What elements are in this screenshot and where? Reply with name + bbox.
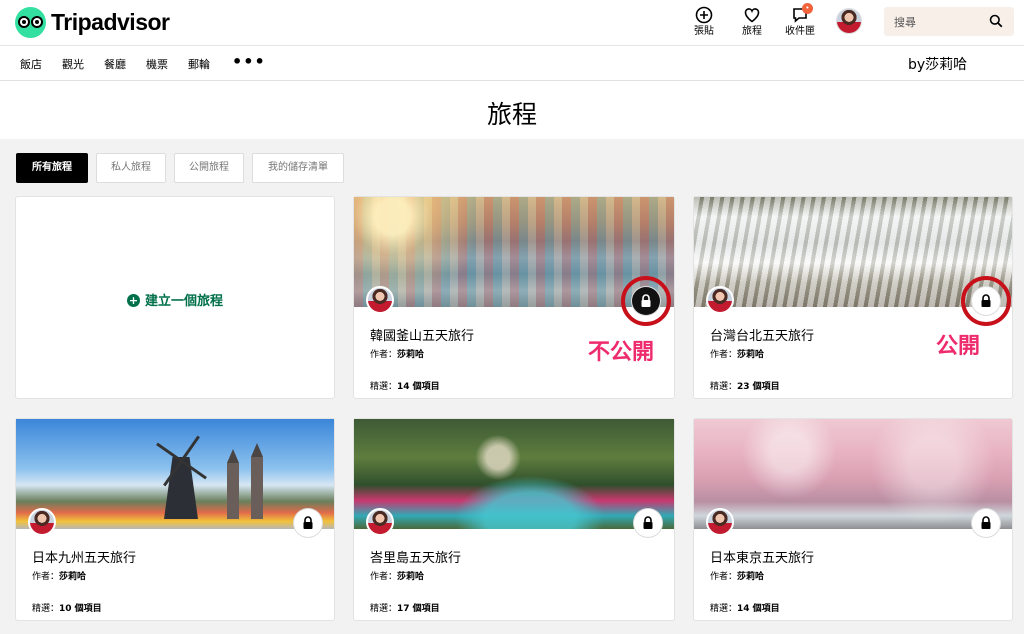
- trip-item-count: 精選：17 個項目: [370, 604, 440, 614]
- author-avatar: [706, 508, 734, 536]
- trip-item-count: 精選：10 個項目: [32, 604, 102, 614]
- tab-private-trips[interactable]: 私人旅程: [96, 153, 166, 183]
- search-icon[interactable]: [989, 14, 1003, 28]
- nav-more-icon[interactable]: •••: [232, 52, 266, 71]
- inbox-label: 收件匣: [785, 26, 815, 37]
- plus-icon: +: [126, 294, 140, 307]
- category-nav: 飯店 觀光 餐廳 機票 郵輪 ••• by莎莉哈: [0, 46, 1024, 81]
- byline: by莎莉哈: [908, 57, 968, 73]
- nav-item-flights[interactable]: 機票: [146, 56, 168, 72]
- nav-item-attractions[interactable]: 觀光: [62, 56, 84, 72]
- trip-image: [694, 419, 1012, 529]
- lock-icon[interactable]: [634, 509, 662, 537]
- top-header: Tripadvisor 張貼 旅程 • 收件匣 搜尋: [0, 0, 1024, 46]
- plus-circle-icon: [695, 6, 713, 24]
- create-trip-button[interactable]: + 建立一個旅程: [16, 290, 334, 309]
- nav-item-restaurants[interactable]: 餐廳: [104, 56, 126, 72]
- inbox-button[interactable]: • 收件匣: [780, 3, 820, 37]
- trip-card-bali[interactable]: 峇里島五天旅行 作者：莎莉哈 精選：17 個項目: [354, 419, 674, 620]
- trip-title[interactable]: 韓國釜山五天旅行: [370, 325, 474, 344]
- lock-icon[interactable]: [294, 509, 322, 537]
- inbox-badge: •: [802, 3, 813, 14]
- towers-illustration: [221, 439, 281, 519]
- nav-item-hotels[interactable]: 飯店: [20, 56, 42, 72]
- private-annotation: 不公開: [588, 340, 655, 365]
- logo-text: Tripadvisor: [51, 8, 170, 35]
- tab-all-trips[interactable]: 所有旅程: [16, 153, 88, 183]
- trip-author: 作者：莎莉哈: [32, 572, 87, 582]
- search-box[interactable]: 搜尋: [884, 7, 1014, 36]
- tab-public-trips[interactable]: 公開旅程: [174, 153, 244, 183]
- post-button[interactable]: 張貼: [684, 6, 724, 37]
- author-avatar: [28, 508, 56, 536]
- author-avatar: [366, 286, 394, 314]
- highlight-ring: [621, 276, 671, 326]
- lock-icon[interactable]: [972, 509, 1000, 537]
- author-avatar: [366, 508, 394, 536]
- trip-card-taipei[interactable]: 台灣台北五天旅行 作者：莎莉哈 精選：23 個項目 公開: [694, 197, 1012, 398]
- profile-avatar[interactable]: [836, 8, 862, 34]
- tab-saved-lists[interactable]: 我的儲存清單: [252, 153, 344, 183]
- create-trip-label: 建立一個旅程: [144, 294, 223, 309]
- trip-item-count: 精選：14 個項目: [370, 382, 440, 392]
- search-input[interactable]: 搜尋: [894, 14, 916, 30]
- trip-card-tokyo[interactable]: 日本東京五天旅行 作者：莎莉哈 精選：14 個項目: [694, 419, 1012, 620]
- trip-image: [354, 419, 674, 529]
- nav-item-cruises[interactable]: 郵輪: [188, 56, 210, 72]
- trip-title[interactable]: 日本東京五天旅行: [710, 547, 814, 566]
- create-trip-card[interactable]: + 建立一個旅程: [16, 197, 334, 398]
- trip-author: 作者：莎莉哈: [710, 350, 765, 360]
- trip-author: 作者：莎莉哈: [370, 572, 425, 582]
- trip-author: 作者：莎莉哈: [370, 350, 425, 360]
- public-annotation: 公開: [936, 334, 981, 359]
- author-avatar: [706, 286, 734, 314]
- trip-card-busan[interactable]: 韓國釜山五天旅行 作者：莎莉哈 精選：14 個項目 不公開: [354, 197, 674, 398]
- tripadvisor-logo[interactable]: Tripadvisor: [15, 5, 170, 39]
- page-title: 旅程: [486, 100, 537, 129]
- trip-card-kyushu[interactable]: 日本九州五天旅行 作者：莎莉哈 精選：10 個項目: [16, 419, 334, 620]
- highlight-ring: [961, 276, 1011, 326]
- trip-title[interactable]: 峇里島五天旅行: [370, 547, 461, 566]
- owl-logo-icon: [15, 6, 46, 38]
- trip-author: 作者：莎莉哈: [710, 572, 765, 582]
- title-band: 旅程: [0, 81, 1024, 139]
- windmill-illustration: [146, 431, 216, 521]
- heart-icon: [744, 8, 760, 23]
- trip-title[interactable]: 台灣台北五天旅行: [710, 325, 814, 344]
- trip-item-count: 精選：23 個項目: [710, 382, 780, 392]
- trip-title[interactable]: 日本九州五天旅行: [32, 547, 136, 566]
- trip-item-count: 精選：14 個項目: [710, 604, 780, 614]
- post-label: 張貼: [694, 26, 714, 37]
- trips-button[interactable]: 旅程: [732, 6, 772, 37]
- trip-image: [16, 419, 334, 529]
- trips-label: 旅程: [742, 26, 762, 37]
